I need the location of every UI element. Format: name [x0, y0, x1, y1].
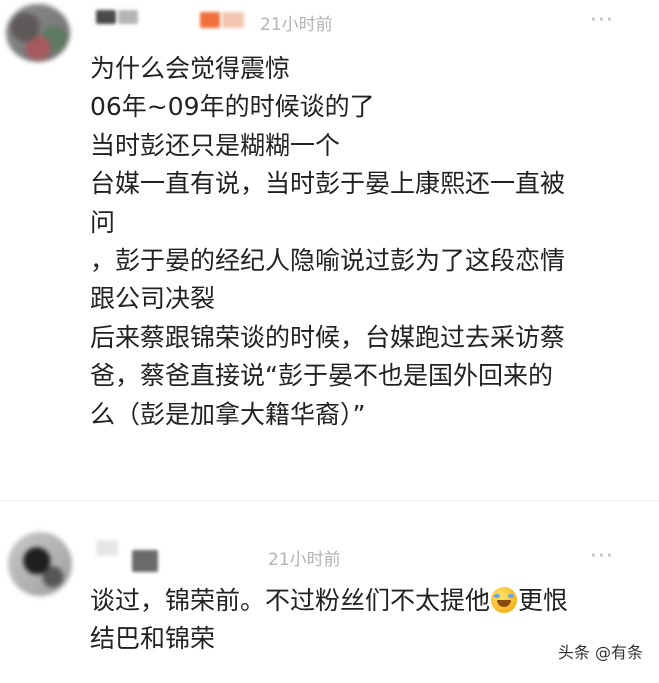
- avatar[interactable]: [6, 4, 70, 62]
- source-watermark: 头条 @有条: [557, 643, 643, 662]
- user-badge-redacted: [200, 12, 220, 28]
- username-redacted[interactable]: [96, 540, 118, 556]
- comment-timestamp: 21小时前: [268, 550, 341, 570]
- comment-line: 问: [90, 207, 116, 237]
- comment-body: 为什么会觉得震惊 06年~09年的时候谈的了 当时彭还只是糊糊一个 台媒一直有说…: [90, 50, 650, 434]
- user-badge-redacted: [222, 12, 244, 28]
- comment-text: 谈过，锦荣前。不过粉丝们不太提他: [90, 586, 491, 615]
- comment-text: 更恨: [518, 586, 569, 615]
- comment-line: 跟公司决裂: [90, 284, 216, 314]
- comment-line: 么（彭是加拿大籍华裔）”: [90, 399, 366, 429]
- comment-divider: [0, 500, 659, 501]
- more-options-icon[interactable]: ···: [590, 546, 614, 568]
- comment-line: 当时彭还只是糊糊一个: [90, 130, 341, 160]
- username-redacted[interactable]: [96, 10, 116, 24]
- comment-line: 台媒一直有说，当时彭于晏上康熙还一直被: [90, 169, 566, 199]
- more-options-icon[interactable]: ···: [590, 10, 614, 32]
- comment-line: 爸，蔡爸直接说“彭于晏不也是国外回来的: [90, 361, 553, 391]
- comment-timestamp: 21小时前: [260, 15, 333, 35]
- comment-line: 为什么会觉得震惊: [90, 54, 291, 83]
- comment-thread-screenshot: 21小时前 ··· 为什么会觉得震惊 06年~09年的时候谈的了 当时彭还只是糊…: [0, 0, 659, 683]
- comment-line: 06年~09年的时候谈的了: [90, 92, 375, 122]
- avatar[interactable]: [8, 532, 72, 596]
- comment-line: 谈过，锦荣前。不过粉丝们不太提他 更恨: [90, 582, 650, 620]
- comment-line: ，彭于晏的经纪人隐喻说过彭为了这段恋情: [90, 246, 566, 276]
- username-redacted[interactable]: [132, 550, 158, 572]
- comment-line: 后来蔡跟锦荣谈的时候，台媒跑过去采访蔡: [90, 322, 566, 352]
- laughing-emoji-icon: [491, 587, 518, 613]
- comment-item: 21小时前 ··· 为什么会觉得震惊 06年~09年的时候谈的了 当时彭还只是糊…: [0, 0, 659, 500]
- username-redacted[interactable]: [118, 10, 138, 24]
